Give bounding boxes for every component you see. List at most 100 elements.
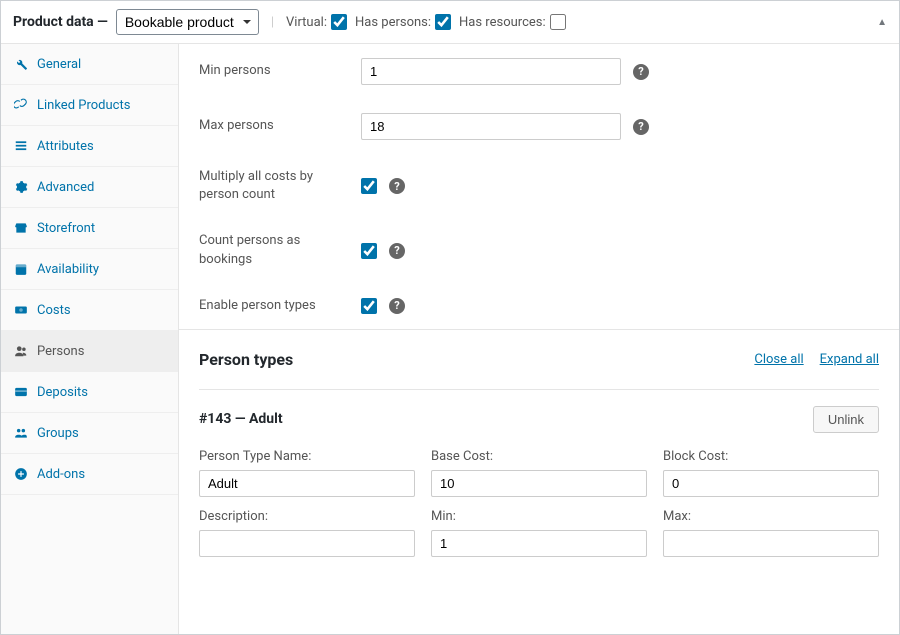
pt-name-label: Person Type Name: — [199, 449, 415, 464]
groups-icon — [13, 425, 29, 441]
pt-block-cost-input[interactable] — [663, 470, 879, 497]
pt-base-cost-input[interactable] — [431, 470, 647, 497]
tab-availability[interactable]: Availability — [1, 249, 178, 290]
max-persons-label: Max persons — [199, 117, 349, 135]
tab-attributes[interactable]: Attributes — [1, 126, 178, 167]
collapse-icon[interactable]: ▲ — [877, 17, 887, 28]
tab-linked-products[interactable]: Linked Products — [1, 85, 178, 126]
enable-types-checkbox[interactable] — [361, 298, 377, 314]
tab-persons[interactable]: Persons — [1, 331, 178, 372]
max-persons-row: Max persons ? — [179, 99, 899, 154]
panel-title: Product data — — [13, 14, 108, 30]
has-resources-checkbox[interactable] — [550, 14, 566, 30]
tab-label: Availability — [37, 262, 99, 277]
tab-label: Linked Products — [37, 98, 130, 113]
has-persons-toggle[interactable]: Has persons: — [355, 14, 451, 30]
list-icon — [13, 138, 29, 154]
product-type-select-wrap: Bookable product — [116, 9, 259, 35]
min-persons-input[interactable] — [361, 58, 621, 85]
pt-max-field: Max: — [663, 509, 879, 557]
tab-general[interactable]: General — [1, 44, 178, 85]
help-icon[interactable]: ? — [389, 178, 405, 194]
has-persons-label: Has persons: — [355, 15, 431, 30]
help-icon[interactable]: ? — [633, 64, 649, 80]
calendar-icon — [13, 261, 29, 277]
multiply-costs-checkbox[interactable] — [361, 178, 377, 194]
person-types-heading: Person types — [199, 350, 293, 369]
virtual-label: Virtual: — [286, 15, 327, 30]
panel-body: General Linked Products Attributes Advan… — [1, 44, 899, 634]
persons-icon — [13, 343, 29, 359]
tab-label: Attributes — [37, 139, 94, 154]
pt-block-cost-field: Block Cost: — [663, 449, 879, 497]
help-icon[interactable]: ? — [633, 119, 649, 135]
virtual-checkbox[interactable] — [331, 14, 347, 30]
pt-max-label: Max: — [663, 509, 879, 524]
person-type-head: #143 — Adult Unlink — [199, 406, 879, 433]
enable-types-label: Enable person types — [199, 297, 349, 315]
help-icon[interactable]: ? — [389, 298, 405, 314]
gear-icon — [13, 179, 29, 195]
person-types-section: Person types Close all Expand all #143 —… — [179, 329, 899, 577]
tab-label: Costs — [37, 303, 71, 318]
multiply-costs-row: Multiply all costs by person count ? — [179, 154, 899, 218]
tab-label: Storefront — [37, 221, 95, 236]
pt-min-input[interactable] — [431, 530, 647, 557]
card-icon — [13, 384, 29, 400]
pt-block-cost-label: Block Cost: — [663, 449, 879, 464]
tab-storefront[interactable]: Storefront — [1, 208, 178, 249]
has-resources-toggle[interactable]: Has resources: — [459, 14, 566, 30]
tab-label: Deposits — [37, 385, 88, 400]
max-persons-input[interactable] — [361, 113, 621, 140]
pt-name-field: Person Type Name: — [199, 449, 415, 497]
count-persons-label: Count persons as bookings — [199, 232, 349, 268]
pt-base-cost-label: Base Cost: — [431, 449, 647, 464]
pt-description-field: Description: — [199, 509, 415, 557]
divider: | — [271, 15, 274, 30]
tab-label: General — [37, 57, 81, 72]
pt-max-input[interactable] — [663, 530, 879, 557]
min-persons-label: Min persons — [199, 62, 349, 80]
tabs: General Linked Products Attributes Advan… — [1, 44, 179, 634]
money-icon — [13, 302, 29, 318]
section-head: Person types Close all Expand all — [199, 350, 879, 369]
count-persons-row: Count persons as bookings ? — [179, 218, 899, 282]
store-icon — [13, 220, 29, 236]
tab-costs[interactable]: Costs — [1, 290, 178, 331]
pt-description-input[interactable] — [199, 530, 415, 557]
multiply-costs-label: Multiply all costs by person count — [199, 168, 349, 204]
tab-addons[interactable]: Add-ons — [1, 454, 178, 495]
count-persons-checkbox[interactable] — [361, 243, 377, 259]
tab-label: Groups — [37, 426, 79, 441]
link-icon — [13, 97, 29, 113]
tab-deposits[interactable]: Deposits — [1, 372, 178, 413]
person-type-item: #143 — Adult Unlink Person Type Name: Ba… — [199, 389, 879, 557]
person-type-title: #143 — Adult — [199, 411, 283, 427]
has-persons-checkbox[interactable] — [435, 14, 451, 30]
pt-description-label: Description: — [199, 509, 415, 524]
tab-label: Persons — [37, 344, 84, 359]
tab-label: Advanced — [37, 180, 94, 195]
panel-header: Product data — Bookable product | Virtua… — [1, 1, 899, 44]
unlink-button[interactable]: Unlink — [813, 406, 879, 433]
has-resources-label: Has resources: — [459, 15, 546, 30]
enable-types-row: Enable person types ? — [179, 283, 899, 329]
tab-advanced[interactable]: Advanced — [1, 167, 178, 208]
product-type-select[interactable]: Bookable product — [116, 9, 259, 35]
tab-content: Min persons ? Max persons ? Multiply all… — [179, 44, 899, 634]
person-type-grid: Person Type Name: Base Cost: Block Cost: — [199, 449, 879, 557]
pt-min-field: Min: — [431, 509, 647, 557]
plus-icon — [13, 466, 29, 482]
virtual-toggle[interactable]: Virtual: — [286, 14, 347, 30]
close-all-link[interactable]: Close all — [754, 352, 803, 367]
pt-min-label: Min: — [431, 509, 647, 524]
pt-base-cost-field: Base Cost: — [431, 449, 647, 497]
min-persons-row: Min persons ? — [179, 44, 899, 99]
tab-label: Add-ons — [37, 467, 85, 482]
expand-all-link[interactable]: Expand all — [820, 352, 879, 367]
tab-groups[interactable]: Groups — [1, 413, 178, 454]
help-icon[interactable]: ? — [389, 243, 405, 259]
pt-name-input[interactable] — [199, 470, 415, 497]
product-data-panel: Product data — Bookable product | Virtua… — [0, 0, 900, 635]
wrench-icon — [13, 56, 29, 72]
